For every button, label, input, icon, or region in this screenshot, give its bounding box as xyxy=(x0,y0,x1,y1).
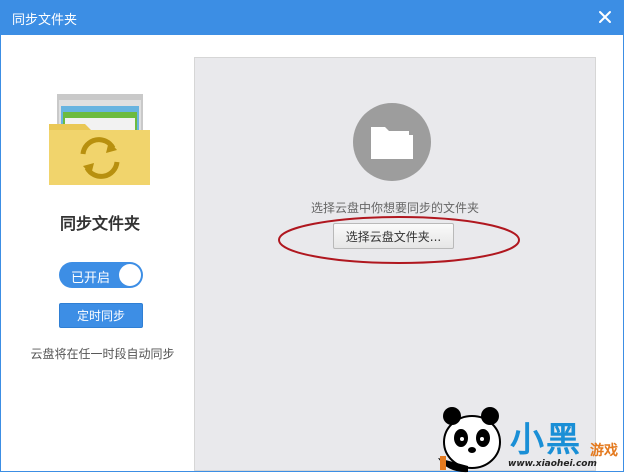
toggle-label: 已开启 xyxy=(71,271,111,286)
title-bar: 同步文件夹 xyxy=(0,0,624,35)
folder-icon xyxy=(371,127,413,159)
watermark-url: www.xiaohei.com xyxy=(508,459,597,469)
watermark-brand: 小黑 xyxy=(510,420,582,460)
folder-circle xyxy=(353,103,431,181)
annotation-ellipse xyxy=(278,216,520,264)
sync-folder-icon xyxy=(49,94,150,185)
toggle-knob xyxy=(119,264,141,286)
sync-toggle[interactable]: 已开启 xyxy=(59,262,143,288)
watermark-games: 游戏 xyxy=(590,443,618,459)
close-icon[interactable] xyxy=(596,8,614,26)
sync-folder-heading: 同步文件夹 xyxy=(59,214,140,233)
window-title: 同步文件夹 xyxy=(12,13,78,28)
auto-sync-description: 云盘将在任一时段自动同步 xyxy=(30,347,175,361)
timed-sync-button[interactable]: 定时同步 xyxy=(59,303,143,328)
